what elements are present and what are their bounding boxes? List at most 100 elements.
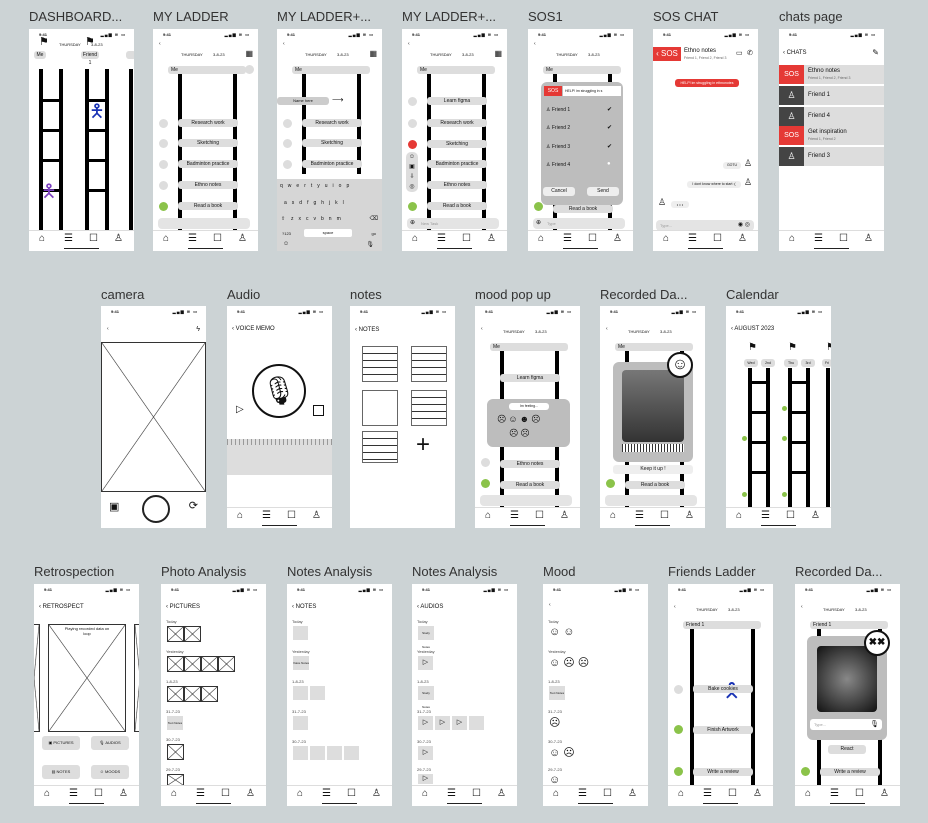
back-icon[interactable]: ‹ [674, 604, 676, 610]
task-check[interactable] [408, 202, 417, 211]
chat-icon[interactable]: ☐ [855, 789, 864, 799]
chat-icon[interactable]: ☐ [89, 234, 98, 244]
play-icon[interactable]: ▷ [236, 404, 244, 415]
task-pill[interactable]: Read a book [625, 481, 685, 489]
task-check[interactable] [674, 767, 683, 776]
user-icon[interactable]: ♙ [497, 789, 506, 799]
user-icon[interactable]: ♙ [246, 789, 255, 799]
name-input[interactable]: Name here [277, 97, 329, 105]
home-icon[interactable]: ⌂ [297, 789, 303, 799]
day-col[interactable]: 2nd [761, 359, 775, 367]
task-pill[interactable]: Badminton practice [178, 160, 238, 168]
col-more[interactable] [126, 51, 134, 59]
chat-icon[interactable]: ☐ [839, 234, 848, 244]
task-pill[interactable]: Badminton practice [427, 160, 487, 168]
keyboard-row-1[interactable]: qwertyuiop [280, 183, 354, 189]
home-icon[interactable]: ⌂ [678, 789, 684, 799]
task-check[interactable] [534, 202, 543, 211]
react-button[interactable]: React [828, 745, 866, 754]
ladder-icon[interactable]: ☰ [322, 789, 331, 799]
mood-faces[interactable]: ☺ ☹ [549, 746, 575, 759]
sos-dot[interactable] [408, 140, 417, 149]
chat-icon[interactable]: ☐ [347, 789, 356, 799]
chat-row[interactable]: ♙ Friend 1 [779, 86, 884, 105]
mood-faces[interactable]: ☺ ☹ ☹ [549, 656, 589, 669]
home-icon[interactable]: ⌂ [39, 234, 45, 244]
video-icon[interactable]: ▭ [736, 49, 743, 57]
home-icon[interactable]: ⌂ [805, 789, 811, 799]
chat-icon[interactable]: ☐ [603, 789, 612, 799]
ladder-icon[interactable]: ☰ [688, 234, 697, 244]
day-col[interactable]: Fri [822, 359, 831, 367]
user-icon[interactable]: ♙ [238, 234, 247, 244]
ladder-icon[interactable]: ☰ [447, 789, 456, 799]
back-icon[interactable]: ‹ [283, 41, 285, 47]
space-key[interactable]: space [304, 229, 352, 237]
note-thumb[interactable] [327, 746, 342, 760]
task-pill[interactable]: Read a book [500, 481, 560, 489]
photo-thumb[interactable] [218, 656, 235, 672]
user-icon[interactable]: ♙ [811, 511, 820, 521]
photo-thumb[interactable] [184, 686, 201, 702]
chat-row[interactable]: SOS Ethno notes Friend 1, Friend 2, Frie… [779, 65, 884, 84]
task-pill[interactable]: Write a review [820, 768, 880, 776]
user-icon[interactable]: ♙ [880, 789, 889, 799]
chat-icon[interactable]: ☐ [462, 234, 471, 244]
check-icon[interactable]: ● [607, 161, 611, 167]
keep-it-up-button[interactable]: Keep it up ! [613, 465, 693, 474]
me-pill[interactable]: Me [543, 66, 621, 74]
ladder-icon[interactable]: ☰ [761, 511, 770, 521]
ladder-icon[interactable]: ☰ [563, 234, 572, 244]
friend-row[interactable]: ♙ Friend 1 [546, 107, 570, 113]
ladder-icon[interactable]: ☰ [64, 234, 73, 244]
friend-row[interactable]: ♙ Friend 3 [546, 144, 570, 150]
task-check[interactable] [606, 479, 615, 488]
check-icon[interactable]: ✔ [607, 143, 612, 150]
play-icon[interactable]: ▷ [418, 716, 433, 730]
keyboard-row-2[interactable]: asdfghjkl [284, 200, 349, 206]
note-thumb[interactable] [293, 626, 308, 640]
task-check[interactable] [159, 139, 168, 148]
task-pill[interactable]: Research work [178, 119, 238, 127]
next-card[interactable] [134, 624, 139, 732]
gallery-icon[interactable]: ▣ [109, 500, 119, 513]
note-thumb[interactable] [293, 716, 308, 730]
text-note-chip[interactable]: Text Notes [549, 686, 565, 700]
me-pill[interactable]: Me [615, 343, 693, 351]
home-icon[interactable]: ⌂ [538, 234, 544, 244]
chat-icon[interactable]: ☐ [713, 234, 722, 244]
voice-note-chip[interactable]: Voice Notes [293, 656, 309, 670]
task-pill[interactable]: Learn figma [427, 97, 487, 105]
home-icon[interactable]: ⌂ [663, 234, 669, 244]
task-pill[interactable]: Read a book [178, 202, 238, 210]
check-icon[interactable]: ✔ [607, 124, 612, 131]
calendar-icon[interactable]: ▦ [245, 49, 253, 58]
settings-icon[interactable] [245, 65, 254, 74]
home-icon[interactable]: ⌂ [736, 511, 742, 521]
task-check[interactable] [674, 685, 683, 694]
user-icon[interactable]: ♙ [685, 511, 694, 521]
task-check[interactable] [159, 181, 168, 190]
back-icon[interactable]: ‹ [534, 41, 536, 47]
me-pill[interactable]: Me [292, 66, 370, 74]
chat-icon[interactable]: ☐ [287, 511, 296, 521]
study-note-chip[interactable]: Study Notes [418, 626, 434, 649]
task-pill[interactable]: Badminton practice [302, 160, 362, 168]
col-friend[interactable]: Friend 1 [81, 51, 99, 66]
audio-thumb[interactable] [469, 716, 484, 730]
chat-icon[interactable]: ☐ [472, 789, 481, 799]
note-card[interactable] [411, 346, 447, 382]
back-icon[interactable]: ‹ [801, 604, 803, 610]
task-pill[interactable]: Finish Artwork [693, 726, 753, 734]
ladder-icon[interactable]: ☰ [69, 789, 78, 799]
mic-icon[interactable]: 🎙 [870, 720, 879, 728]
chat-icon[interactable]: ☐ [786, 511, 795, 521]
send-button[interactable]: Send [587, 187, 619, 196]
friend-row[interactable]: ♙ Friend 4 [546, 162, 570, 168]
friend-pill[interactable]: Friend 1 [810, 621, 888, 629]
task-check[interactable] [481, 479, 490, 488]
chat-row[interactable]: ♙ Friend 4 [779, 107, 884, 126]
task-pill[interactable]: Sketching [302, 139, 362, 147]
task-pill[interactable]: Write a review [693, 768, 753, 776]
note-thumb[interactable] [293, 686, 308, 700]
